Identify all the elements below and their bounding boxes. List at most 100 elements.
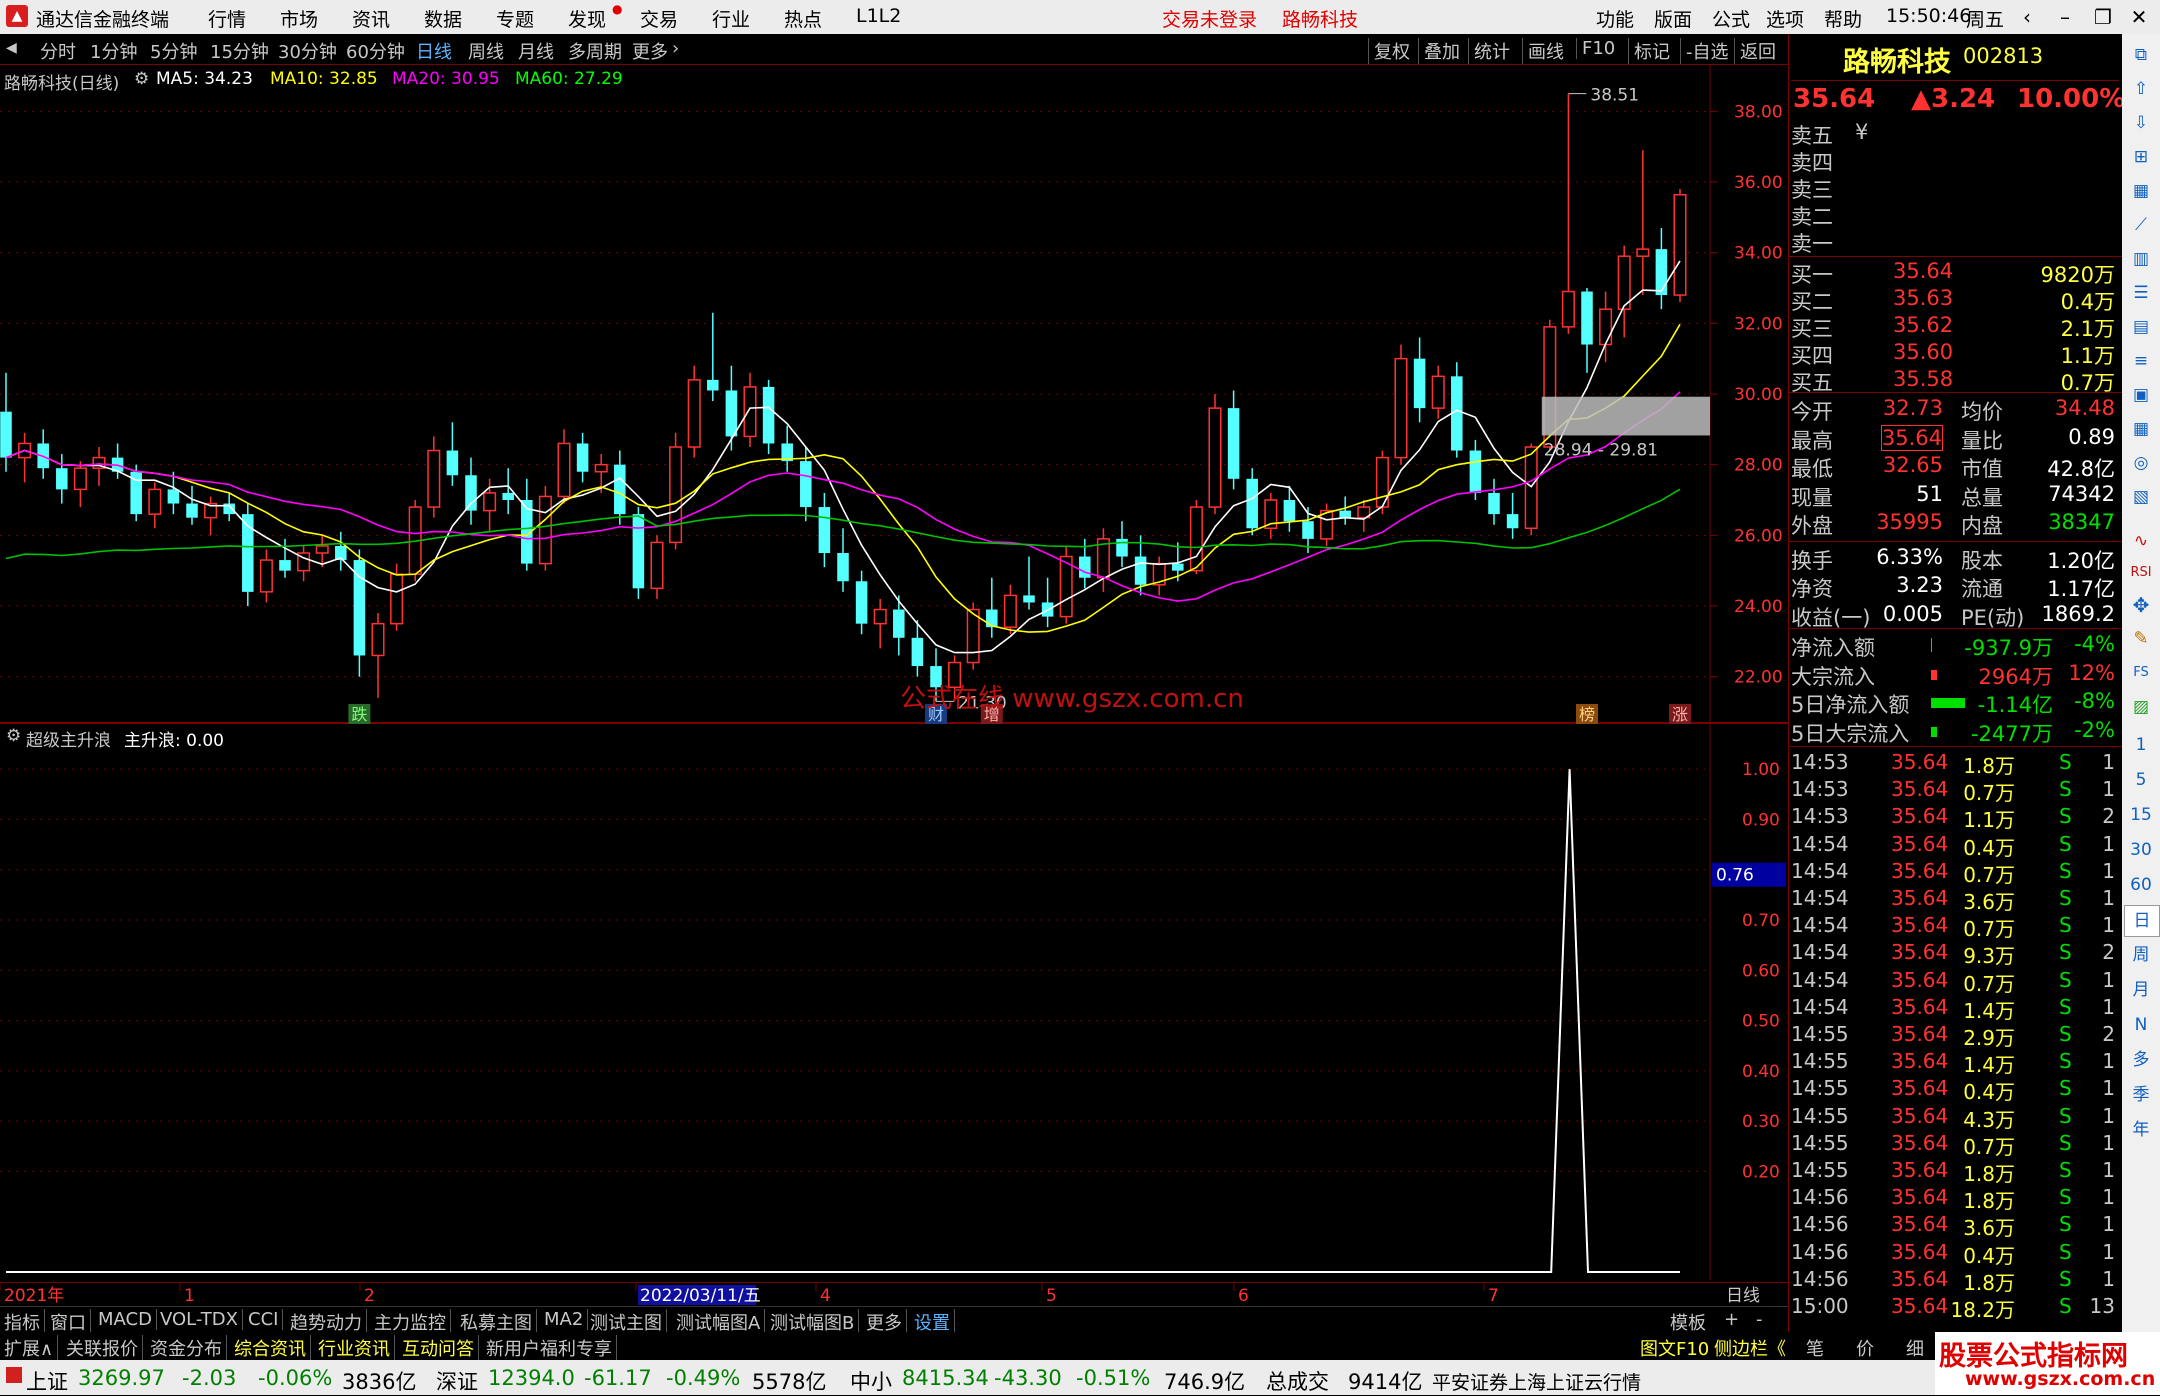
info-tab-right-1[interactable]: 图文F10 xyxy=(1640,1335,1709,1361)
tool-watchlist[interactable]: -自选 xyxy=(1680,38,1729,64)
menu-topics[interactable]: 专题 xyxy=(496,5,534,32)
settings-icon[interactable]: ⚙ xyxy=(134,69,149,89)
menu-l1l2[interactable]: L1L2 xyxy=(856,5,901,27)
menu-formula[interactable]: 公式 xyxy=(1712,5,1750,32)
arrow-down-icon[interactable]: ⇩ xyxy=(2128,110,2154,136)
chart-icon[interactable]: ▨ xyxy=(2128,694,2154,720)
tool-f10[interactable]: F10 xyxy=(1576,38,1615,59)
arrow-up-icon[interactable]: ⇧ xyxy=(2128,76,2154,102)
fs-label[interactable]: FS xyxy=(2124,662,2158,684)
info-tab-6[interactable]: 互动问答 xyxy=(402,1335,479,1361)
sidebar-period-6[interactable]: 日 xyxy=(2124,905,2160,937)
bid-row[interactable]: 买五 35.58 0.7万 xyxy=(1791,367,2119,395)
fundamental-icon[interactable]: ▣ xyxy=(2128,382,2154,408)
main-chart[interactable]: 38.00 36.00 34.00 32.00 30.00 28.00 26.00 24.00… xyxy=(0,64,1788,724)
login-status[interactable]: 交易未登录 xyxy=(1162,5,1257,32)
menu-data[interactable]: 数据 xyxy=(424,5,462,32)
period-1min[interactable]: 1分钟 xyxy=(90,38,137,64)
sidebar-period-9[interactable]: N xyxy=(2124,1010,2158,1040)
info-tab-7[interactable]: 新用户福利专享 xyxy=(486,1335,617,1361)
table-icon[interactable]: ☰ xyxy=(2128,280,2154,306)
info-tab-1[interactable]: 扩展∧ xyxy=(4,1335,59,1361)
menu-trade[interactable]: 交易 xyxy=(640,5,678,32)
sidebar-period-8[interactable]: 月 xyxy=(2124,975,2158,1005)
bid-row[interactable]: 买二 35.63 0.4万 xyxy=(1791,286,2119,314)
quote-list-icon[interactable]: ⊞ xyxy=(2128,144,2154,170)
indicator-settings-icon[interactable]: ⚙ xyxy=(6,726,21,746)
tool-draw[interactable]: 画线 xyxy=(1522,38,1564,64)
period-more[interactable]: 更多 xyxy=(632,38,668,64)
close-panel-icon[interactable]: ⧉ xyxy=(2128,42,2154,68)
menu-market[interactable]: 市场 xyxy=(280,5,318,32)
period-60min[interactable]: 60分钟 xyxy=(346,38,405,64)
period-weekly[interactable]: 周线 xyxy=(468,38,504,64)
list-icon[interactable]: ≡ xyxy=(2128,348,2154,374)
tab-4[interactable]: VOL-TDX xyxy=(160,1309,243,1330)
info-tab-right-5[interactable]: 细 xyxy=(1906,1335,1924,1361)
period-30min[interactable]: 30分钟 xyxy=(278,38,337,64)
sz-label[interactable]: 深证 xyxy=(436,1366,478,1396)
sh-label[interactable]: 上证 xyxy=(26,1366,68,1396)
sidebar-period-11[interactable]: 季 xyxy=(2124,1080,2158,1110)
period-daily[interactable]: 日线 xyxy=(416,38,452,64)
info-tab-right-4[interactable]: 价 xyxy=(1856,1335,1874,1361)
sidebar-period-4[interactable]: 30 xyxy=(2124,835,2158,865)
menu-help[interactable]: 帮助 xyxy=(1824,5,1862,32)
info-tab-4[interactable]: 综合资讯 xyxy=(234,1335,311,1361)
period-5min[interactable]: 5分钟 xyxy=(150,38,197,64)
menu-news[interactable]: 资讯 xyxy=(352,5,390,32)
zx-label[interactable]: 中小 xyxy=(850,1366,892,1396)
tool-back[interactable]: 返回 xyxy=(1734,38,1776,64)
info-tab-3[interactable]: 资金分布 xyxy=(150,1335,227,1361)
rsi-label[interactable]: RSI xyxy=(2124,562,2158,584)
sidebar-period-5[interactable]: 60 xyxy=(2124,870,2158,900)
period-15min[interactable]: 15分钟 xyxy=(210,38,269,64)
link-icon[interactable]: ◎ xyxy=(2128,450,2154,476)
f10-icon[interactable]: ▤ xyxy=(2128,314,2154,340)
menu-options[interactable]: 选项 xyxy=(1766,5,1804,32)
info-tab-5[interactable]: 行业资讯 xyxy=(318,1335,395,1361)
tab-5[interactable]: CCI xyxy=(248,1309,284,1330)
layers-icon[interactable]: ▧ xyxy=(2128,484,2154,510)
tab-9[interactable]: MA2 xyxy=(544,1309,589,1330)
menu-industry[interactable]: 行业 xyxy=(712,5,750,32)
tool-mark[interactable]: 标记 xyxy=(1628,38,1670,64)
tool-stats[interactable]: 统计 xyxy=(1468,38,1510,64)
collapse-icon[interactable]: ◀ xyxy=(6,40,17,56)
info-tab-right-3[interactable]: 笔 xyxy=(1806,1335,1824,1361)
menu-quotes[interactable]: 行情 xyxy=(208,5,246,32)
menu-layout[interactable]: 版面 xyxy=(1654,5,1692,32)
indicator-chart[interactable]: 1.000.900.800.700.600.500.400.300.200.76… xyxy=(0,724,1788,1280)
pen-icon[interactable]: ✎ xyxy=(2128,626,2154,652)
tab-3[interactable]: MACD xyxy=(98,1309,157,1330)
info-tab-2[interactable]: 关联报价 xyxy=(66,1335,143,1361)
minimize-icon[interactable]: – xyxy=(2048,2,2082,32)
wave-icon[interactable]: ∿ xyxy=(2128,528,2154,554)
trend-icon[interactable]: ⟋ xyxy=(2128,212,2154,238)
period-tick[interactable]: 分时 xyxy=(40,38,76,64)
sidebar-period-10[interactable]: 多 xyxy=(2124,1045,2158,1075)
close-icon[interactable]: ✕ xyxy=(2122,2,2156,32)
bid-row[interactable]: 买一 35.64 9820万 xyxy=(1791,259,2119,287)
more-chevron-icon[interactable]: › xyxy=(672,38,679,59)
tabs-right-2[interactable]: + xyxy=(1724,1309,1739,1330)
tool-overlay[interactable]: 叠加 xyxy=(1418,38,1460,64)
menu-discover[interactable]: 发现 xyxy=(568,5,606,32)
tool-adjust[interactable]: 复权 xyxy=(1368,38,1410,64)
menu-hot[interactable]: 热点 xyxy=(784,5,822,32)
crosshair-icon[interactable]: ✥ xyxy=(2128,592,2154,618)
sidebar-period-1[interactable]: 1 xyxy=(2124,730,2158,760)
bid-row[interactable]: 买四 35.60 1.1万 xyxy=(1791,340,2119,368)
sidebar-period-12[interactable]: 年 xyxy=(2124,1115,2158,1145)
period-monthly[interactable]: 月线 xyxy=(518,38,554,64)
sidebar-period-2[interactable]: 5 xyxy=(2124,765,2158,795)
grid-icon[interactable]: ▦ xyxy=(2128,178,2154,204)
period-multi[interactable]: 多周期 xyxy=(568,38,622,64)
tabs-right-3[interactable]: - xyxy=(1756,1309,1763,1330)
sidebar-period-3[interactable]: 15 xyxy=(2124,800,2158,830)
menu-function[interactable]: 功能 xyxy=(1596,5,1634,32)
back-icon[interactable]: ‹ xyxy=(2010,2,2044,32)
bid-row[interactable]: 买三 35.62 2.1万 xyxy=(1791,313,2119,341)
sidebar-period-7[interactable]: 周 xyxy=(2124,940,2158,970)
candle-icon[interactable]: ▥ xyxy=(2128,246,2154,272)
